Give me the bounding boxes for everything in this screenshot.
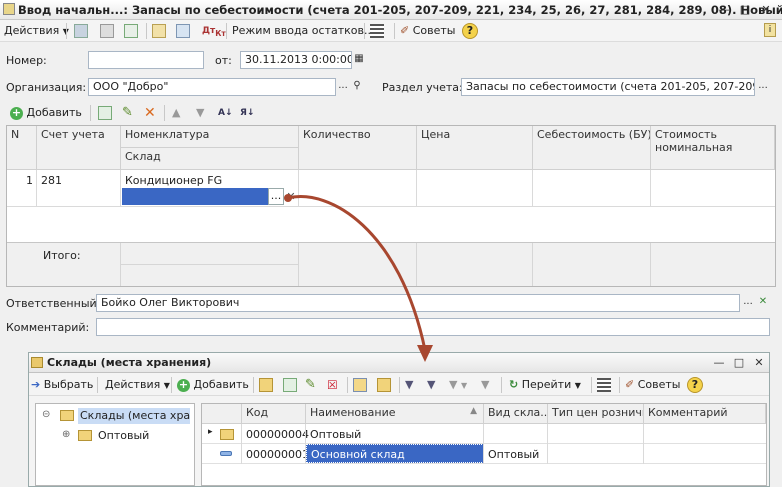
annotation-arrow [284,194,433,362]
